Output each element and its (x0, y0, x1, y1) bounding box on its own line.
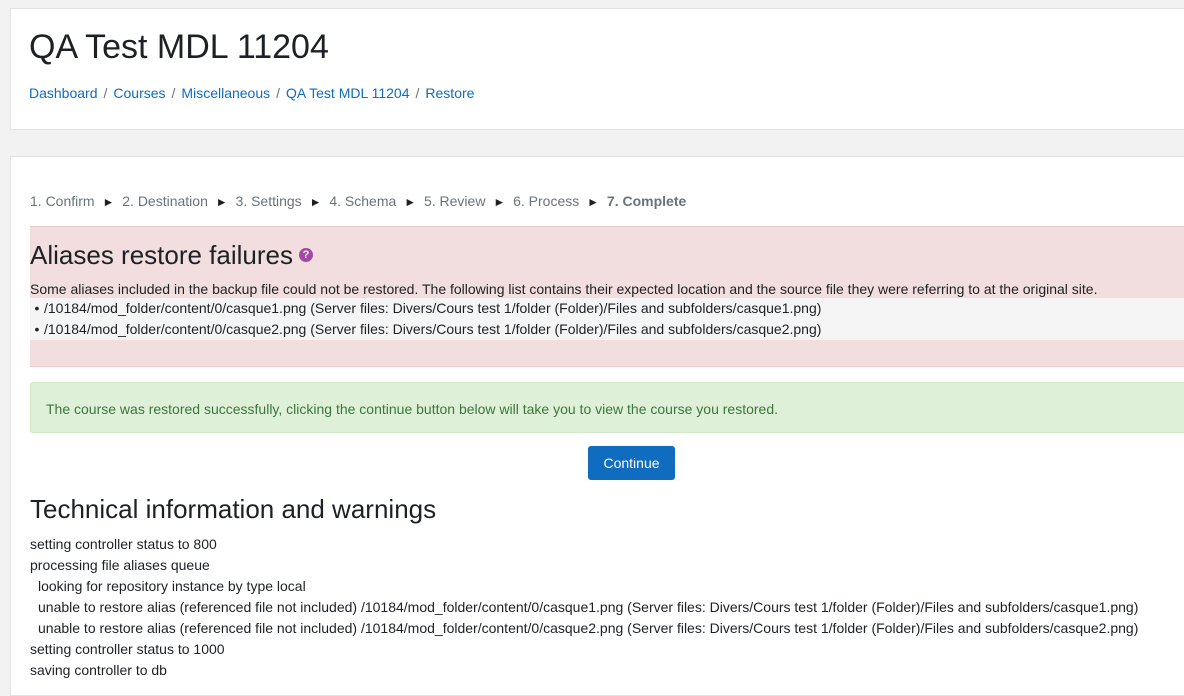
breadcrumb-restore[interactable]: Restore (425, 85, 474, 101)
alias-path: /10184/mod_folder/content/0/casque1.png … (44, 300, 822, 316)
aliases-failure-list: •/10184/mod_folder/content/0/casque1.png… (30, 298, 1184, 340)
alias-path: /10184/mod_folder/content/0/casque2.png … (44, 321, 822, 337)
continue-button[interactable]: Continue (588, 446, 675, 480)
step-review: 5. Review (423, 193, 486, 209)
breadcrumb-course[interactable]: QA Test MDL 11204 (286, 85, 409, 101)
restore-progress-steps: 1. Confirm ► 2. Destination ► 3. Setting… (30, 192, 686, 211)
main-content: 1. Confirm ► 2. Destination ► 3. Setting… (10, 156, 1184, 696)
help-icon[interactable]: ? (299, 248, 313, 263)
breadcrumb-separator: / (103, 85, 108, 101)
step-arrow-icon: ► (102, 195, 115, 209)
log-line: processing file aliases queue (30, 557, 210, 573)
log-line: unable to restore alias (referenced file… (38, 620, 1139, 636)
technical-info-heading: Technical information and warnings (30, 494, 437, 524)
bullet-icon: • (34, 321, 40, 337)
technical-info-log: setting controller status to 800 process… (30, 534, 1138, 681)
list-item: •/10184/mod_folder/content/0/casque2.png… (30, 319, 1184, 340)
step-destination: 2. Destination (122, 193, 208, 209)
page-header: QA Test MDL 11204 Dashboard / Courses / Misc… (10, 8, 1184, 130)
breadcrumb-separator: / (276, 85, 281, 101)
log-line: setting controller status to 800 (30, 536, 217, 552)
aliases-failure-heading: Aliases restore failures? (30, 239, 313, 271)
success-notification: The course was restored successfully, cl… (30, 382, 1184, 433)
step-arrow-icon: ► (404, 195, 417, 209)
page-title: QA Test MDL 11204 (29, 28, 329, 66)
breadcrumb-separator: / (171, 85, 176, 101)
log-line: looking for repository instance by type … (38, 578, 306, 594)
breadcrumb-miscellaneous[interactable]: Miscellaneous (181, 85, 270, 101)
breadcrumb-courses[interactable]: Courses (113, 85, 165, 101)
log-line: saving controller to db (30, 662, 167, 678)
breadcrumb: Dashboard / Courses / Miscellaneous / QA Test … (29, 84, 474, 102)
log-line: setting controller status to 1000 (30, 641, 225, 657)
step-schema: 4. Schema (329, 193, 397, 209)
step-arrow-icon: ► (493, 195, 506, 209)
breadcrumb-dashboard[interactable]: Dashboard (29, 85, 98, 101)
step-process: 6. Process (513, 193, 580, 209)
list-item: •/10184/mod_folder/content/0/casque1.png… (30, 298, 1184, 319)
aliases-failure-box: Aliases restore failures? Some aliases i… (30, 226, 1184, 367)
step-arrow-icon: ► (215, 195, 228, 209)
step-complete-current: 7. Complete (606, 193, 687, 209)
step-confirm: 1. Confirm (30, 193, 95, 209)
aliases-failure-description: Some aliases included in the backup file… (30, 281, 1098, 297)
breadcrumb-separator: / (415, 85, 420, 101)
step-settings: 3. Settings (235, 193, 302, 209)
step-arrow-icon: ► (309, 195, 322, 209)
aliases-failure-title: Aliases restore failures (30, 240, 293, 270)
log-line: unable to restore alias (referenced file… (38, 599, 1139, 615)
step-arrow-icon: ► (587, 195, 600, 209)
bullet-icon: • (34, 300, 40, 316)
success-message: The course was restored successfully, cl… (46, 401, 778, 417)
